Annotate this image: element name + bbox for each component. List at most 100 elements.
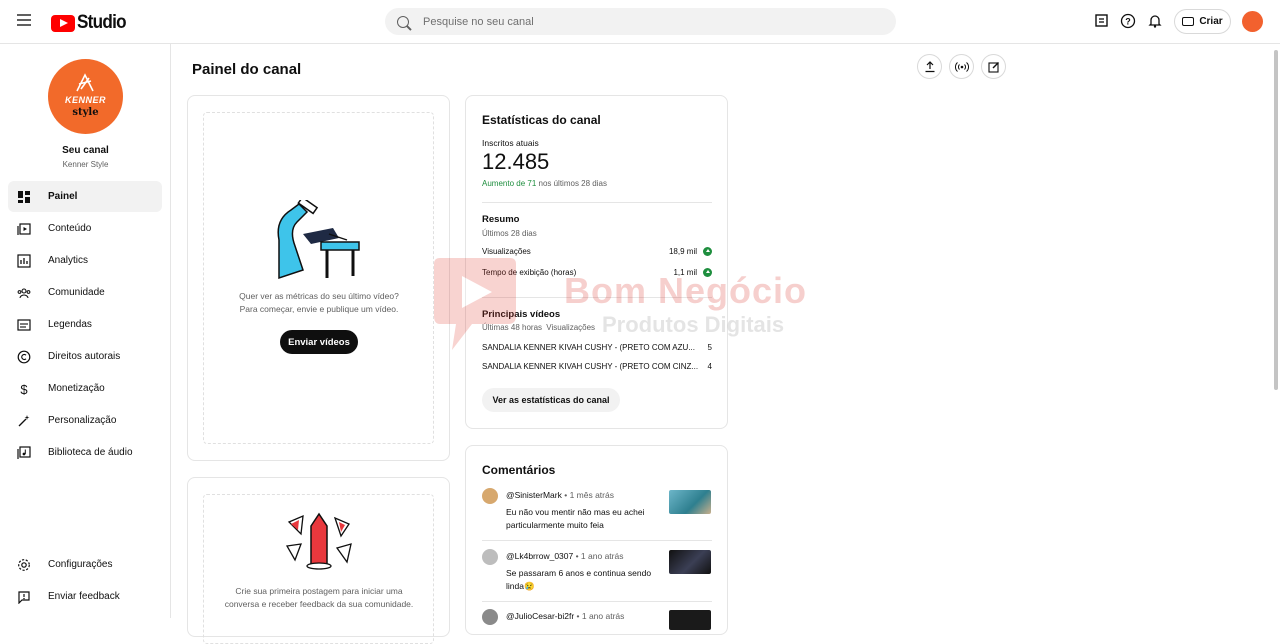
- sidebar-item-direitos-autorais[interactable]: Direitos autorais: [8, 341, 162, 372]
- page-title: Painel do canal: [192, 61, 302, 78]
- view-channel-stats-button[interactable]: Ver as estatísticas do canal: [482, 388, 620, 412]
- create-video-icon: [1182, 17, 1195, 26]
- comment-text: Se passaram 6 anos e continua sendo lind…: [506, 568, 652, 591]
- comment-time: • 1 ano atrás: [573, 551, 624, 561]
- comment-time: • 1 ano atrás: [574, 611, 625, 621]
- arrow-up-icon: [703, 268, 712, 278]
- views-row: Visualizações 18,9 mil: [482, 247, 712, 257]
- sidebar-item-legendas[interactable]: Legendas: [8, 309, 162, 340]
- edit-icon: [987, 61, 999, 73]
- top-video-title[interactable]: SANDALIA KENNER KIVAH CUSHY - (PRETO COM…: [482, 343, 695, 352]
- create-post-button[interactable]: [981, 54, 1006, 79]
- latest-video-message-1: Quer ver as métricas do seu último vídeo…: [239, 291, 399, 301]
- sidebar-item-personalizacao[interactable]: Personalização: [8, 405, 162, 436]
- divider: [482, 297, 712, 298]
- create-button[interactable]: Criar: [1174, 9, 1231, 34]
- captions-icon[interactable]: [1094, 13, 1110, 29]
- arrow-up-icon: [703, 247, 712, 257]
- channel-title: Seu canal: [62, 145, 109, 156]
- top-videos-period: Últimas 48 horas: [482, 323, 543, 332]
- video-thumbnail[interactable]: [669, 610, 711, 630]
- top-video-row[interactable]: SANDALIA KENNER KIVAH CUSHY - (PRETO COM…: [482, 362, 712, 371]
- divider: [482, 540, 712, 541]
- sidebar-item-label: Biblioteca de áudio: [48, 447, 133, 458]
- sidebar-item-conteudo[interactable]: Conteúdo: [8, 213, 162, 244]
- studio-logo[interactable]: Studio: [51, 12, 131, 34]
- search-icon: [397, 15, 409, 28]
- sidebar-item-biblioteca-audio[interactable]: Biblioteca de áudio: [8, 437, 162, 468]
- dashboard-icon: [18, 190, 30, 203]
- growth-period: nos últimos 28 dias: [536, 179, 607, 188]
- comment-text: Eu não vou mentir não mas eu achei parti…: [506, 507, 645, 530]
- sidebar-item-monetizacao[interactable]: $ Monetização: [8, 373, 162, 404]
- comment-author[interactable]: @Lk4brrow_0307: [506, 551, 573, 561]
- divider: [482, 601, 712, 602]
- top-video-title[interactable]: SANDALIA KENNER KIVAH CUSHY - (PRETO COM…: [482, 362, 698, 371]
- copyright-icon: [17, 350, 31, 363]
- video-thumbnail[interactable]: [669, 550, 711, 574]
- upload-icon: [925, 60, 934, 72]
- account-avatar[interactable]: [1242, 11, 1263, 32]
- commenter-avatar[interactable]: [482, 488, 498, 504]
- views-label: Visualizações: [482, 247, 531, 257]
- svg-text:$: $: [20, 382, 28, 396]
- commenter-avatar[interactable]: [482, 549, 498, 565]
- search-bar[interactable]: [385, 8, 896, 35]
- logo-text-style: style: [72, 107, 99, 118]
- sidebar-item-label: Legendas: [48, 319, 92, 330]
- comment-meta: @SinisterMark • 1 mês atrás: [506, 490, 614, 500]
- comment-author[interactable]: @SinisterMark: [506, 490, 562, 500]
- menu-icon[interactable]: [17, 14, 31, 26]
- community-message-2: conversa e receber feedback da sua comun…: [224, 599, 414, 609]
- scrollbar[interactable]: [1274, 50, 1278, 390]
- dollar-icon: $: [20, 382, 28, 396]
- sidebar-item-label: Conteúdo: [48, 223, 92, 234]
- community-message-1: Crie sua primeira postagem para iniciar …: [235, 586, 403, 596]
- watch-time-label: Tempo de exibição (horas): [482, 268, 577, 278]
- sidebar-item-enviar-feedback[interactable]: Enviar feedback: [8, 581, 162, 612]
- subscribers-count: 12.485: [482, 149, 550, 174]
- top-video-row[interactable]: SANDALIA KENNER KIVAH CUSHY - (PRETO COM…: [482, 343, 712, 352]
- svg-text:?: ?: [1125, 17, 1131, 27]
- channel-name: Kenner Style: [62, 160, 109, 169]
- summary-title: Resumo: [482, 214, 520, 225]
- megaphone-illustration-icon: [285, 512, 352, 570]
- notifications-icon[interactable]: [1147, 13, 1163, 29]
- views-value: 18,9 mil: [668, 247, 697, 256]
- top-videos-header: Últimas 48 horas Visualizações: [482, 323, 595, 332]
- community-icon: [17, 287, 31, 298]
- subtitles-icon: [17, 318, 31, 331]
- sidebar-item-painel[interactable]: Painel: [8, 181, 162, 212]
- subscribers-growth: Aumento de 71 nos últimos 28 dias: [482, 179, 607, 188]
- sidebar-item-comunidade[interactable]: Comunidade: [8, 277, 162, 308]
- sidebar-item-analytics[interactable]: Analytics: [8, 245, 162, 276]
- create-label: Criar: [1199, 16, 1223, 27]
- search-input[interactable]: [423, 15, 823, 28]
- channel-avatar[interactable]: KENNER style: [48, 59, 123, 134]
- go-live-button[interactable]: [949, 54, 974, 79]
- comment-time: • 1 mês atrás: [561, 490, 614, 500]
- audio-library-icon: [17, 445, 31, 459]
- commenter-avatar[interactable]: [482, 609, 498, 625]
- sidebar-item-label: Comunidade: [48, 287, 105, 298]
- live-icon: [954, 61, 969, 72]
- channel-stats-card: Estatísticas do canal Inscritos atuais 1…: [465, 95, 728, 429]
- sidebar-item-configuracoes[interactable]: Configurações: [8, 549, 162, 580]
- community-post-card: Crie sua primeira postagem para iniciar …: [187, 477, 450, 644]
- sidebar-item-label: Painel: [48, 191, 78, 202]
- main-content: Painel do canal Quer ver as métricas do …: [171, 44, 1271, 644]
- sidebar-item-label: Personalização: [48, 415, 117, 426]
- analytics-icon: [17, 253, 31, 268]
- video-thumbnail[interactable]: [669, 490, 711, 514]
- subscribers-label: Inscritos atuais: [482, 138, 539, 148]
- upload-button[interactable]: [917, 54, 942, 79]
- app-name: Studio: [77, 12, 127, 33]
- logo-text-kenner: KENNER: [64, 95, 106, 105]
- top-bar: Studio ? Criar: [0, 0, 1280, 44]
- upload-videos-button[interactable]: Enviar vídeos: [280, 330, 358, 354]
- comment-meta: @Lk4brrow_0307 • 1 ano atrás: [506, 551, 623, 561]
- comment-meta: @JulioCesar-bi2fr • 1 ano atrás: [506, 611, 624, 621]
- help-icon[interactable]: ?: [1120, 13, 1136, 29]
- comment-author[interactable]: @JulioCesar-bi2fr: [506, 611, 574, 621]
- sidebar-item-label: Configurações: [48, 559, 113, 570]
